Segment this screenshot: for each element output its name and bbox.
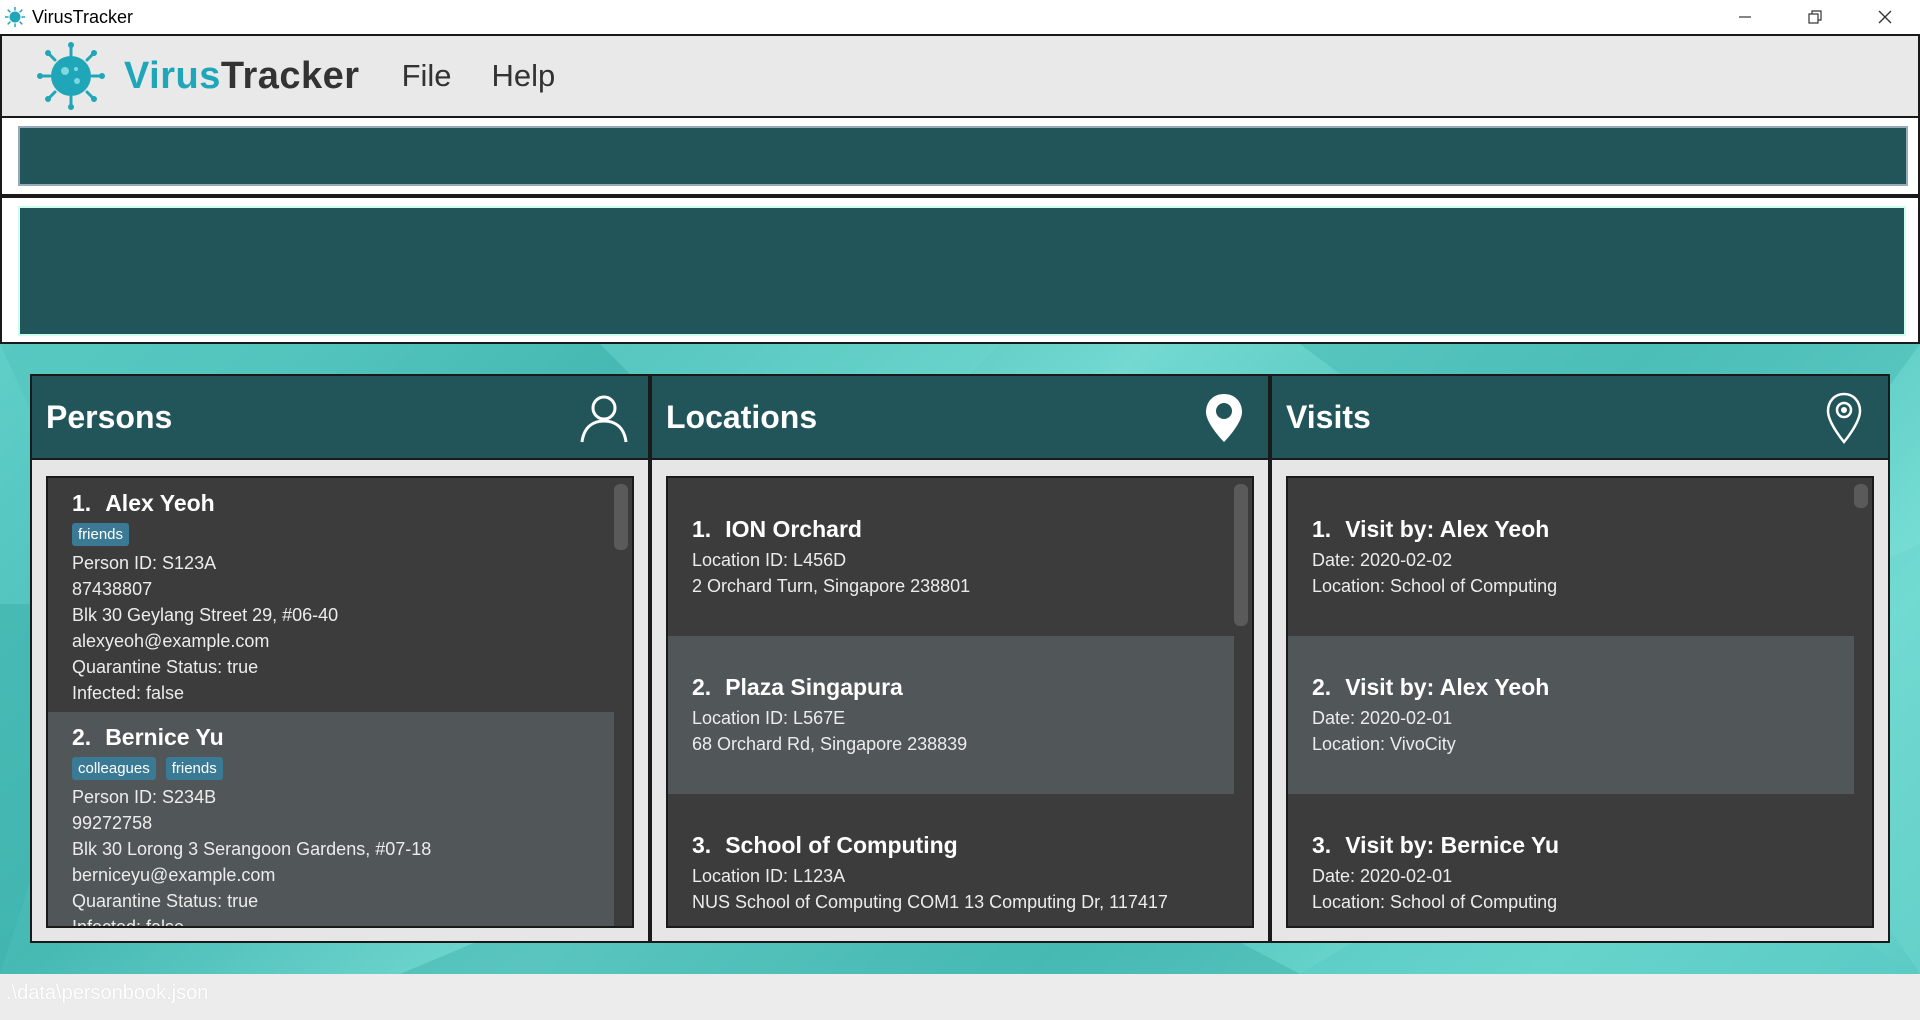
- visit-date: Date: 2020-02-01: [1312, 866, 1453, 886]
- person-icon: [580, 395, 628, 443]
- location-card[interactable]: 2. Plaza Singapura Location ID: L567E 68 …: [668, 636, 1234, 794]
- app-brand: VirusTracker: [124, 54, 360, 97]
- virus-logo-icon: [37, 42, 105, 110]
- person-phone: 87438807: [72, 579, 153, 599]
- visits-scrollbar[interactable]: [1854, 484, 1868, 508]
- visit-pin-icon: [1826, 392, 1862, 444]
- location-id: Location ID: L456D: [692, 550, 847, 570]
- locations-panel-title: Locations: [666, 398, 818, 435]
- virus-app-icon: [4, 6, 26, 28]
- visits-panel-header: Visits: [1272, 376, 1888, 460]
- location-name: 3. School of Computing: [692, 832, 958, 858]
- person-quarantine: Quarantine Status: true: [72, 891, 259, 911]
- result-display-container: [0, 196, 1920, 344]
- visit-location: Location: School of Computing: [1312, 576, 1558, 596]
- visits-panel: Visits 1. Visit by: Alex Yeoh Date: 2020-…: [1270, 374, 1890, 943]
- person-infected: Infected: false: [72, 917, 185, 928]
- location-address: NUS School of Computing COM1 13 Computin…: [692, 892, 1168, 912]
- person-address: Blk 30 Geylang Street 29, #06-40: [72, 605, 339, 625]
- persons-panel-title: Persons: [46, 398, 173, 435]
- persons-panel: Persons 1. Alex Yeoh friends Person ID: S…: [30, 374, 650, 943]
- window-title: VirusTracker: [32, 6, 134, 27]
- menu-bar: VirusTracker File Help: [0, 34, 1920, 118]
- person-address: Blk 30 Lorong 3 Serangoon Gardens, #07-1…: [72, 839, 432, 859]
- restore-button[interactable]: [1780, 0, 1850, 34]
- minimize-icon: [1739, 16, 1751, 18]
- menu-help[interactable]: Help: [492, 58, 556, 94]
- main-content-area: Persons 1. Alex Yeoh friends Person ID: S…: [0, 344, 1920, 974]
- person-card[interactable]: 1. Alex Yeoh friends Person ID: S123A 874…: [48, 478, 614, 712]
- person-email: alexyeoh@example.com: [72, 631, 270, 651]
- visit-card[interactable]: 2. Visit by: Alex Yeoh Date: 2020-02-01 L…: [1288, 636, 1854, 794]
- title-bar: VirusTracker: [0, 0, 1920, 34]
- location-id: Location ID: L123A: [692, 866, 846, 886]
- visit-location: Location: School of Computing: [1312, 892, 1558, 912]
- person-infected: Infected: false: [72, 683, 185, 703]
- location-address: 2 Orchard Turn, Singapore 238801: [692, 576, 971, 596]
- minimize-button[interactable]: [1710, 0, 1780, 34]
- locations-panel-header: Locations: [652, 376, 1268, 460]
- person-name: 1. Alex Yeoh: [72, 490, 215, 516]
- visit-title: 3. Visit by: Bernice Yu: [1312, 832, 1560, 858]
- visits-panel-title: Visits: [1286, 398, 1371, 435]
- locations-list[interactable]: 1. ION Orchard Location ID: L456D 2 Orcha…: [666, 476, 1254, 928]
- persons-panel-header: Persons: [32, 376, 648, 460]
- visit-date: Date: 2020-02-01: [1312, 708, 1453, 728]
- visit-title: 2. Visit by: Alex Yeoh: [1312, 674, 1550, 700]
- close-button[interactable]: [1850, 0, 1920, 34]
- location-name: 2. Plaza Singapura: [692, 674, 903, 700]
- visit-card[interactable]: 1. Visit by: Alex Yeoh Date: 2020-02-02 L…: [1288, 478, 1854, 636]
- locations-panel: Locations 1. ION Orchard Location ID: L45…: [650, 374, 1270, 943]
- restore-icon: [1808, 10, 1822, 24]
- person-name: 2. Bernice Yu: [72, 724, 224, 750]
- location-pin-icon: [1206, 394, 1242, 442]
- location-id: Location ID: L567E: [692, 708, 846, 728]
- person-id: Person ID: S123A: [72, 553, 217, 573]
- locations-scrollbar[interactable]: [1234, 484, 1248, 626]
- visits-list[interactable]: 1. Visit by: Alex Yeoh Date: 2020-02-02 L…: [1286, 476, 1874, 928]
- tag-badge: friends: [165, 757, 223, 780]
- location-card[interactable]: 3. School of Computing Location ID: L123A…: [668, 794, 1234, 926]
- tag-badge: colleagues: [72, 757, 156, 780]
- location-address: 68 Orchard Rd, Singapore 238839: [692, 734, 968, 754]
- visit-card[interactable]: 3. Visit by: Bernice Yu Date: 2020-02-01 …: [1288, 794, 1854, 926]
- close-icon: [1878, 10, 1892, 24]
- visit-location: Location: VivoCity: [1312, 734, 1456, 754]
- save-location-path: .\data\personbook.json: [6, 982, 209, 1004]
- result-display: [18, 206, 1906, 336]
- status-bar: .\data\personbook.json: [0, 974, 1920, 1020]
- persons-list[interactable]: 1. Alex Yeoh friends Person ID: S123A 874…: [46, 476, 634, 928]
- visit-date: Date: 2020-02-02: [1312, 550, 1453, 570]
- tag-badge: friends: [72, 523, 130, 546]
- person-quarantine: Quarantine Status: true: [72, 657, 259, 677]
- menu-file[interactable]: File: [402, 58, 452, 94]
- location-name: 1. ION Orchard: [692, 516, 862, 542]
- person-phone: 99272758: [72, 813, 153, 833]
- person-id: Person ID: S234B: [72, 787, 217, 807]
- visit-title: 1. Visit by: Alex Yeoh: [1312, 516, 1550, 542]
- persons-scrollbar[interactable]: [614, 484, 628, 550]
- command-input[interactable]: [18, 126, 1908, 186]
- person-email: berniceyu@example.com: [72, 865, 276, 885]
- location-card[interactable]: 1. ION Orchard Location ID: L456D 2 Orcha…: [668, 478, 1234, 636]
- command-box-container: [0, 118, 1920, 196]
- person-card[interactable]: 2. Bernice Yu colleagues friends Person I…: [48, 712, 614, 928]
